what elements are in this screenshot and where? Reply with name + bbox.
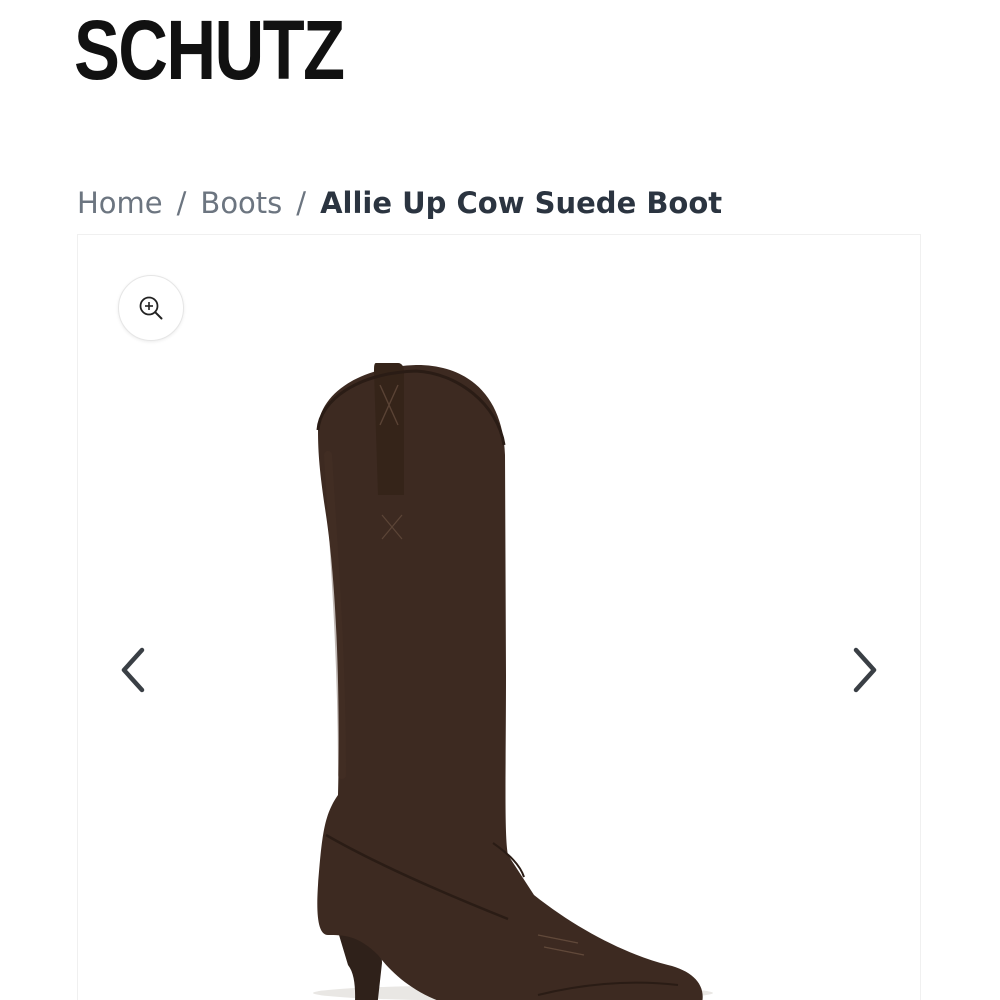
- product-image-boot: [313, 363, 713, 1000]
- previous-image-button[interactable]: [108, 635, 158, 705]
- breadcrumb-boots-link[interactable]: Boots: [200, 186, 282, 220]
- breadcrumb-home-link[interactable]: Home: [77, 186, 163, 220]
- chevron-left-icon: [121, 647, 145, 693]
- zoom-button[interactable]: [118, 275, 184, 341]
- chevron-right-icon: [853, 647, 877, 693]
- next-image-button[interactable]: [840, 635, 890, 705]
- breadcrumb-separator: /: [176, 186, 187, 220]
- zoom-in-icon: [139, 296, 163, 320]
- product-image-gallery: [77, 234, 921, 1000]
- brand-logo[interactable]: SCHUTZ: [74, 8, 345, 92]
- breadcrumb-current-page: Allie Up Cow Suede Boot: [320, 186, 723, 220]
- breadcrumb: Home / Boots / Allie Up Cow Suede Boot: [77, 186, 722, 221]
- breadcrumb-separator: /: [296, 186, 307, 220]
